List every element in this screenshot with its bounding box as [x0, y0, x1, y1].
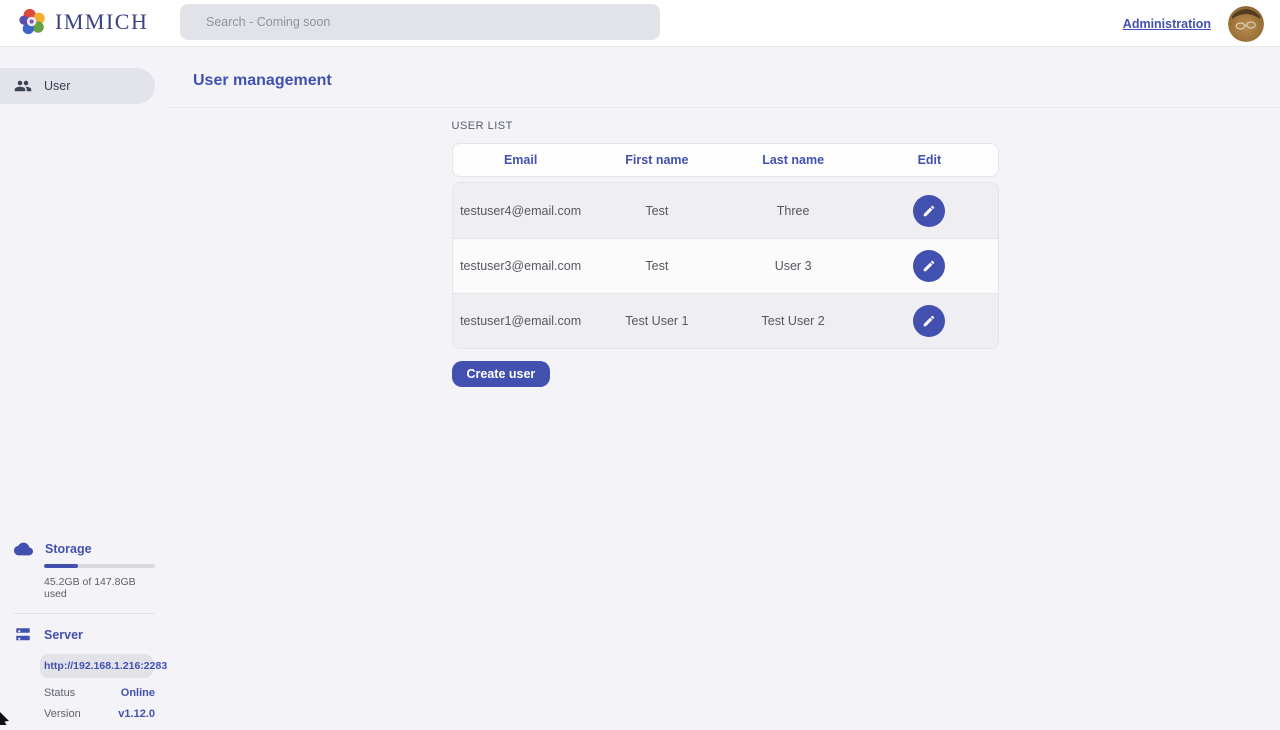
sidebar-item-user[interactable]: User [0, 68, 155, 104]
edit-user-button[interactable] [913, 250, 945, 282]
table-row: testuser1@email.com Test User 1 Test Use… [453, 293, 998, 348]
status-label: Status [44, 687, 75, 699]
storage-progress-fill [44, 564, 78, 568]
storage-usage-text: 45.2GB of 147.8GB used [44, 576, 155, 600]
server-icon [14, 626, 32, 644]
search-input[interactable] [180, 4, 660, 40]
cell-last-name: Three [725, 204, 861, 218]
top-bar: IMMICH Administration [0, 0, 1280, 47]
administration-link[interactable]: Administration [1123, 17, 1211, 31]
server-version-row: Version v1.12.0 [44, 708, 155, 720]
create-user-button[interactable]: Create user [452, 361, 551, 387]
users-icon [14, 77, 32, 95]
pencil-icon [922, 259, 936, 273]
main-panel: User management USER LIST Email First na… [170, 47, 1280, 730]
column-header-email: Email [453, 153, 589, 167]
immich-flower-icon [18, 7, 48, 37]
user-table-header: Email First name Last name Edit [452, 143, 999, 177]
cell-first-name: Test [589, 204, 725, 218]
mouse-cursor [0, 711, 10, 730]
column-header-first-name: First name [589, 153, 725, 167]
brand[interactable]: IMMICH [18, 7, 148, 37]
brand-wordmark: IMMICH [55, 9, 148, 35]
sidebar-item-label: User [44, 79, 70, 93]
server-status-row: Status Online [44, 687, 155, 699]
table-row: testuser3@email.com Test User 3 [453, 238, 998, 293]
user-list-section: USER LIST Email First name Last name Edi… [452, 120, 999, 387]
storage-progress-bar [44, 564, 155, 568]
storage-section-head: Storage [0, 541, 170, 557]
cell-last-name: User 3 [725, 259, 861, 273]
immich-admin-screen: IMMICH Administration [0, 0, 1280, 730]
topbar-right: Administration [1123, 0, 1264, 47]
pencil-icon [922, 204, 936, 218]
server-section-head: Server [0, 626, 170, 644]
cell-first-name: Test [589, 259, 725, 273]
edit-user-button[interactable] [913, 195, 945, 227]
sidebar: User Storage 45.2GB of 147.8GB used [0, 47, 170, 730]
sidebar-divider [14, 613, 155, 614]
content: User Storage 45.2GB of 147.8GB used [0, 47, 1280, 730]
status-value: Online [121, 687, 155, 699]
server-title: Server [44, 628, 83, 642]
column-header-last-name: Last name [725, 153, 861, 167]
server-url-chip: http://192.168.1.216:2283 [40, 654, 153, 678]
page-title: User management [193, 71, 1280, 90]
cell-email: testuser3@email.com [453, 259, 589, 273]
edit-user-button[interactable] [913, 305, 945, 337]
sidebar-status-panel: Storage 45.2GB of 147.8GB used Server ht… [0, 541, 170, 720]
pencil-icon [922, 314, 936, 328]
user-table-body: testuser4@email.com Test Three [452, 182, 999, 349]
column-header-edit: Edit [861, 153, 997, 167]
cell-last-name: Test User 2 [725, 314, 861, 328]
cell-email: testuser4@email.com [453, 204, 589, 218]
cell-first-name: Test User 1 [589, 314, 725, 328]
cloud-icon [14, 541, 33, 557]
user-avatar-photo[interactable] [1228, 6, 1264, 42]
version-value: v1.12.0 [118, 708, 155, 720]
title-divider [170, 107, 1280, 108]
user-list-label: USER LIST [452, 120, 999, 132]
version-label: Version [44, 708, 81, 720]
table-row: testuser4@email.com Test Three [453, 183, 998, 238]
storage-title: Storage [45, 542, 92, 556]
cell-email: testuser1@email.com [453, 314, 589, 328]
